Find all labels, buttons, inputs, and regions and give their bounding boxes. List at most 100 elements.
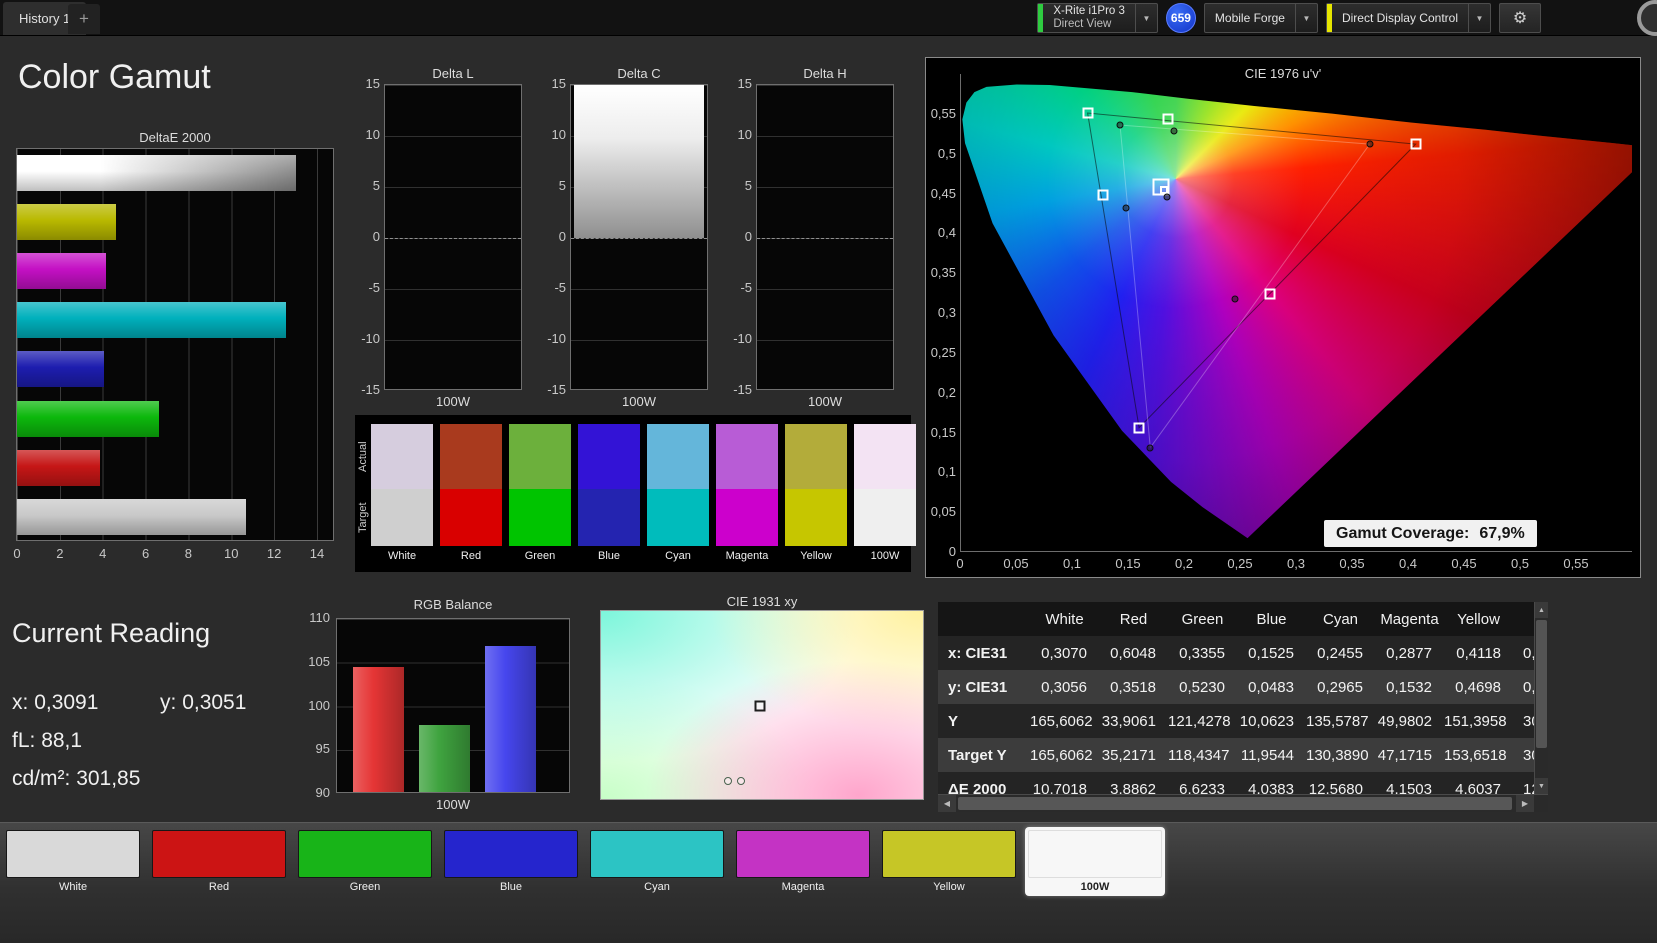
delta-c-xlabel: 100W <box>570 394 708 409</box>
delta-c-ytick: -15 <box>547 382 566 397</box>
patch-button-green[interactable]: Green <box>295 827 435 896</box>
chevron-down-icon: ▼ <box>1135 4 1157 32</box>
cie1931-circle-marker <box>724 777 732 785</box>
y-value: 0,3051 <box>182 691 246 714</box>
delta-l-yticks: 151050-5-10-15 <box>352 84 380 390</box>
patch-swatch <box>882 830 1016 878</box>
patch-button-blue[interactable]: Blue <box>441 827 581 896</box>
delta-l-title: Delta L <box>384 66 522 81</box>
meter-device-dropdown[interactable]: X-Rite i1Pro 3 Direct View ▼ <box>1037 3 1158 33</box>
rgb-bar-blue <box>485 646 536 792</box>
swatch-label: Red <box>440 550 502 562</box>
delta-c-bar <box>574 85 704 238</box>
patch-button-100w[interactable]: 100W <box>1025 827 1165 896</box>
cie1976-xtick: 0,1 <box>1063 556 1081 571</box>
rgb-bar-red <box>353 667 404 792</box>
display-control-dropdown[interactable]: Direct Display Control ▼ <box>1326 3 1491 33</box>
add-tab-button[interactable]: + <box>68 4 100 34</box>
swatch-actual <box>440 424 502 489</box>
table-header-cell: White <box>1030 611 1099 628</box>
cie1976-triangles <box>961 74 1633 552</box>
display-control-label: Direct Display Control <box>1332 11 1468 25</box>
patch-button-white[interactable]: White <box>3 827 143 896</box>
rgb-ytick: 90 <box>316 785 330 800</box>
table-cell: 0,3070 <box>1030 645 1099 662</box>
scroll-up-button[interactable]: ▲ <box>1535 602 1548 618</box>
swatch-column-cyan: Cyan <box>647 424 709 562</box>
table-cell: 0,4698 <box>1444 679 1513 696</box>
delta-c-ytick: 5 <box>559 178 566 193</box>
edge-circle-button[interactable] <box>1637 0 1657 36</box>
gamut-coverage-value: 67,9% <box>1479 525 1524 543</box>
deltae-xtick: 2 <box>56 546 63 561</box>
cie1976-plot <box>960 74 1632 552</box>
table-vertical-scrollbar[interactable]: ▲ ▼ <box>1534 602 1548 794</box>
rgb-ytick: 110 <box>309 610 330 625</box>
patch-button-red[interactable]: Red <box>149 827 289 896</box>
patch-label: White <box>6 881 140 893</box>
delta-c-ytick: 0 <box>559 229 566 244</box>
cie1976-ytick: 0,1 <box>938 464 956 479</box>
cie1976-xtick: 0,25 <box>1227 556 1252 571</box>
table-header-cell: Cyan <box>1306 611 1375 628</box>
cie1976-yticks: 0,550,50,450,40,350,30,250,20,150,10,050 <box>928 74 956 552</box>
swatch-columns: WhiteRedGreenBlueCyanMagentaYellow100W <box>371 424 916 562</box>
rgb-ytick: 100 <box>308 698 330 713</box>
meter-device-line2: Direct View <box>1053 18 1125 31</box>
cie1976-target-square <box>1134 422 1145 433</box>
results-table: WhiteRedGreenBlueCyanMagentaYellowx: CIE… <box>938 602 1548 806</box>
table-cell: 118,4347 <box>1168 747 1237 764</box>
patch-button-magenta[interactable]: Magenta <box>733 827 873 896</box>
zero-line <box>757 238 893 239</box>
delta-c-ytick: 10 <box>552 127 566 142</box>
table-header-cell: Red <box>1099 611 1168 628</box>
bottom-bar: WhiteRedGreenBlueCyanMagentaYellow100W ▲… <box>0 822 1657 943</box>
cie1976-xtick: 0,45 <box>1451 556 1476 571</box>
cie1976-xtick: 0 <box>956 556 963 571</box>
deltae-bar-magenta <box>17 253 106 289</box>
zero-line <box>571 238 707 239</box>
patch-swatch <box>736 830 870 878</box>
cie1976-xtick: 0,05 <box>1003 556 1028 571</box>
deltae-plot <box>16 148 334 541</box>
table-row-label: y: CIE31 <box>938 679 1030 696</box>
table-cell: 0,3355 <box>1168 645 1237 662</box>
cie1976-xtick: 0,35 <box>1339 556 1364 571</box>
swatch-target <box>509 489 571 546</box>
delta-h-ytick: 5 <box>745 178 752 193</box>
deltae-xtick: 10 <box>224 546 238 561</box>
patch-button-cyan[interactable]: Cyan <box>587 827 727 896</box>
deltae-bar-red <box>17 450 100 486</box>
delta-l-ytick: 5 <box>373 178 380 193</box>
source-device-dropdown[interactable]: Mobile Forge ▼ <box>1204 3 1318 33</box>
deltae-bar-yellow <box>17 204 116 240</box>
meter-device-line1: X-Rite i1Pro 3 <box>1053 5 1125 18</box>
vertical-scroll-thumb[interactable] <box>1536 620 1547 748</box>
cie1976-target-square <box>1098 190 1109 201</box>
table-horizontal-scrollbar[interactable]: ◀ ▶ <box>938 794 1548 812</box>
table-cell: 0,2455 <box>1306 645 1375 662</box>
patch-swatch <box>444 830 578 878</box>
scroll-left-button[interactable]: ◀ <box>938 795 956 812</box>
deltae-xticks: 02468101214 <box>17 546 335 562</box>
swatch-target-row-label: Target <box>357 489 369 546</box>
scroll-right-button[interactable]: ▶ <box>1516 795 1534 812</box>
swatch-target <box>578 489 640 546</box>
topbar: History 1 + X-Rite i1Pro 3 Direct View ▼… <box>0 0 1657 36</box>
reading-count-badge[interactable]: 659 <box>1166 3 1196 33</box>
page-title: Color Gamut <box>18 58 211 97</box>
cdm2-value: 301,85 <box>76 767 140 790</box>
settings-button[interactable]: ⚙ <box>1499 3 1541 33</box>
horizontal-scroll-thumb[interactable] <box>958 797 1512 810</box>
table-cell: 153,6518 <box>1444 747 1513 764</box>
zero-line <box>385 238 521 239</box>
delta-h-xlabel: 100W <box>756 394 894 409</box>
deltae-xtick: 14 <box>310 546 324 561</box>
scroll-down-button[interactable]: ▼ <box>1535 778 1548 794</box>
deltae-chart-title: DeltaE 2000 <box>16 130 334 145</box>
swatch-column-green: Green <box>509 424 571 562</box>
y-label: y: <box>160 691 176 714</box>
swatch-label: Cyan <box>647 550 709 562</box>
table-cell: 165,6062 <box>1030 747 1099 764</box>
patch-button-yellow[interactable]: Yellow <box>879 827 1019 896</box>
